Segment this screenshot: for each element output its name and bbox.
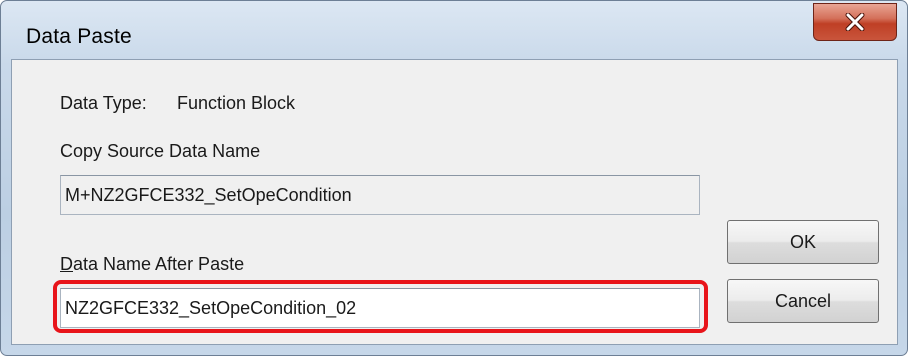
copy-source-field: M+NZ2GFCE332_SetOpeCondition	[60, 175, 700, 215]
data-type-value: Function Block	[177, 93, 296, 113]
close-button[interactable]	[813, 3, 897, 41]
dialog-window: Data Paste Data Type: Function Block Cop…	[0, 0, 908, 356]
after-paste-input[interactable]: NZ2GFCE332_SetOpeCondition_02	[60, 288, 700, 328]
data-type-label: Data Type:	[60, 93, 147, 113]
after-paste-label-text: ata Name After Paste	[73, 254, 245, 274]
after-paste-label-mnemonic: D	[60, 254, 73, 274]
ok-button[interactable]: OK	[727, 220, 879, 264]
after-paste-label: Data Name After Paste	[60, 254, 244, 275]
after-paste-value: NZ2GFCE332_SetOpeCondition_02	[65, 297, 357, 318]
dialog-body: Data Type: Function Block Copy Source Da…	[11, 59, 898, 345]
cancel-button[interactable]: Cancel	[727, 279, 879, 323]
copy-source-label: Copy Source Data Name	[60, 141, 261, 161]
close-icon	[844, 13, 866, 31]
title-bar[interactable]: Data Paste	[1, 1, 907, 59]
window-title: Data Paste	[26, 25, 132, 48]
copy-source-value: M+NZ2GFCE332_SetOpeCondition	[65, 184, 352, 205]
